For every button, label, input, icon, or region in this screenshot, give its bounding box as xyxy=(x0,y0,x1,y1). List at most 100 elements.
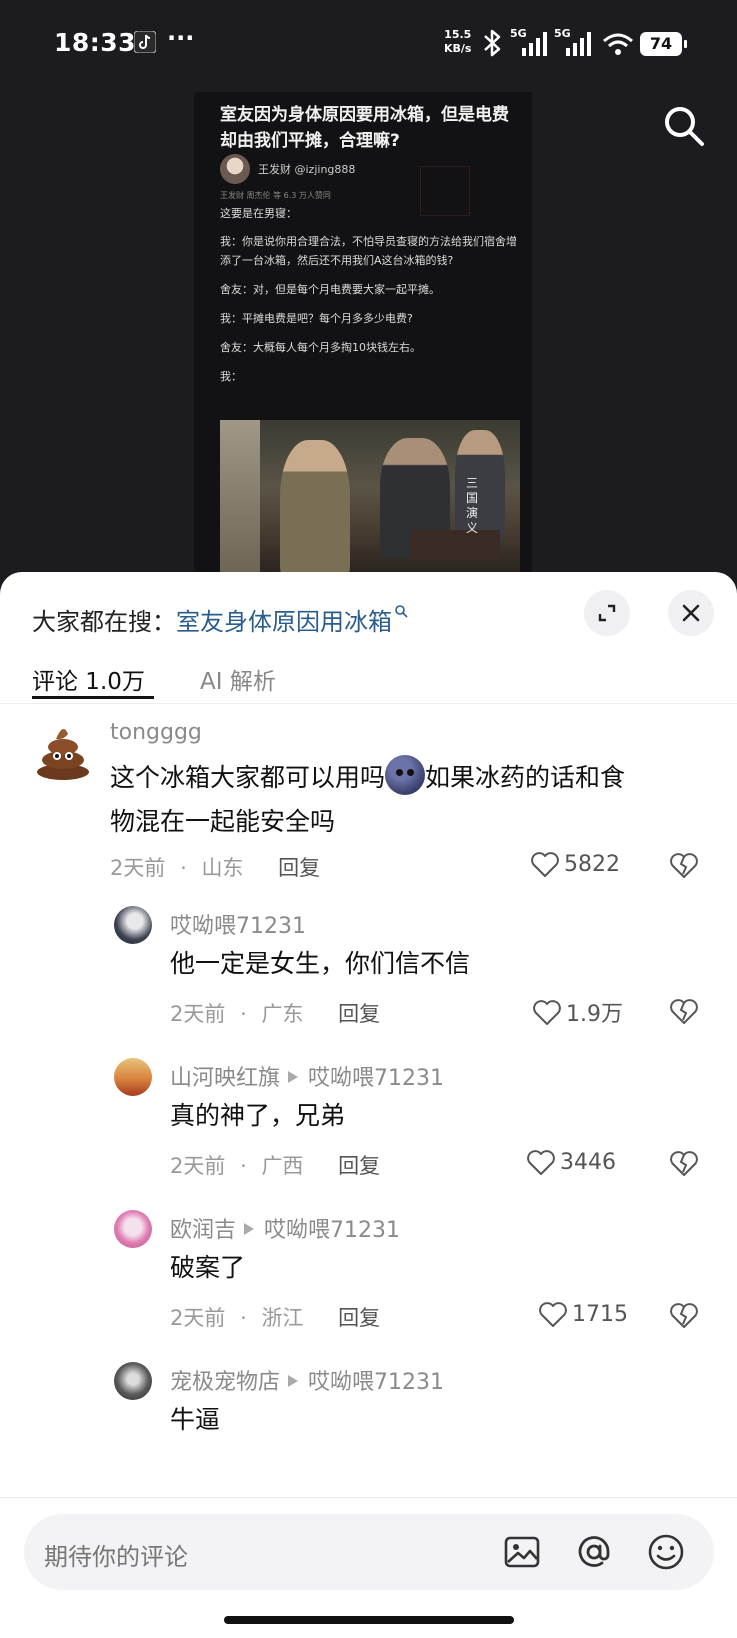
like-count: 1715 xyxy=(572,1301,628,1327)
like-count: 5822 xyxy=(564,851,620,877)
search-icon[interactable] xyxy=(662,104,706,148)
network-speed: 15.5 KB/s xyxy=(444,28,471,56)
status-more: ··· xyxy=(167,24,195,52)
meta-separator: · xyxy=(240,1306,247,1330)
comment-meta: 2天前 · 山东 回复 xyxy=(110,852,320,882)
comment-text: 他一定是女生，你们信不信 xyxy=(170,949,471,978)
comment-username[interactable]: tongggg xyxy=(110,720,202,745)
post-line: 我：你是说你用合理合法，不怕导员查寝的方法给我们宿舍增添了一台冰箱，然后还不用我… xyxy=(220,235,517,267)
comment-text-part: 如果冰药的话和食 xyxy=(425,763,626,792)
trending-search[interactable]: 大家都在搜：室友身体原因用冰箱 xyxy=(32,602,408,637)
comment-text: 这个冰箱大家都可以用吗 如果冰药的话和食物混在一起能安全吗 xyxy=(110,755,690,844)
like-button[interactable]: 3446 xyxy=(526,1148,616,1178)
comment-text-part: 这个冰箱大家都可以用吗 xyxy=(110,763,386,792)
comment-time: 2天前 xyxy=(170,1306,226,1330)
video-caption: 三国演义 xyxy=(466,476,479,535)
reply-arrow-icon xyxy=(288,1375,299,1387)
comment-location: 广西 xyxy=(261,1154,304,1178)
comment-input-bar: 期待你的评论 xyxy=(0,1497,737,1638)
dislike-broken-heart-icon[interactable] xyxy=(669,850,699,880)
reply-target[interactable]: 哎呦喂71231 xyxy=(308,1370,444,1395)
comment-location: 山东 xyxy=(201,856,244,880)
signal-icon-2: 5G xyxy=(554,27,594,58)
trending-search-prefix: 大家都在搜： xyxy=(32,608,176,636)
active-tab-underline xyxy=(32,696,154,699)
close-icon xyxy=(682,604,700,622)
tiktok-notification-icon xyxy=(134,31,156,53)
dislike-broken-heart-icon[interactable] xyxy=(669,996,699,1026)
comment-username[interactable]: 哎呦喂71231 xyxy=(170,908,306,940)
comment-username: 山河映红旗 哎呦喂71231 xyxy=(170,1060,444,1092)
post-line: 这要是在男寝： xyxy=(220,207,297,220)
network-speed-value: 15.5 xyxy=(444,28,472,41)
reply-button[interactable]: 回复 xyxy=(338,1306,380,1330)
expand-icon xyxy=(598,604,616,622)
post-author: 王发财 @izjing888 xyxy=(258,163,356,176)
reply-arrow-icon xyxy=(288,1071,299,1083)
reply-author[interactable]: 宠极宠物店 xyxy=(170,1370,280,1395)
comment-username: 宠极宠物店 哎呦喂71231 xyxy=(170,1364,444,1396)
dislike-broken-heart-icon[interactable] xyxy=(669,1300,699,1330)
comment-text: 破案了 xyxy=(170,1253,246,1282)
tab-comments[interactable]: 评论 1.0万 xyxy=(32,662,145,696)
dislike-broken-heart-icon[interactable] xyxy=(669,1148,699,1178)
bluetooth-icon xyxy=(484,29,501,57)
reply-button[interactable]: 回复 xyxy=(338,1154,380,1178)
home-indicator xyxy=(224,1616,514,1624)
comment-location: 广东 xyxy=(261,1002,304,1026)
heart-icon xyxy=(531,852,559,877)
user-avatar[interactable] xyxy=(114,1362,152,1400)
post-likes-note: 王发财 周杰伦 等 6.3 万人赞同 xyxy=(220,191,331,200)
like-button[interactable]: 5822 xyxy=(530,850,620,880)
comment-input-placeholder: 期待你的评论 xyxy=(44,1543,188,1571)
status-time: 18:33 xyxy=(54,28,137,57)
reply-button[interactable]: 回复 xyxy=(278,856,320,880)
user-avatar[interactable] xyxy=(114,1058,152,1096)
reply-author[interactable]: 欧润吉 xyxy=(170,1218,236,1243)
blue-face-emoji-icon xyxy=(385,755,426,795)
meta-separator: · xyxy=(180,856,187,880)
post-line: 我： xyxy=(220,370,242,383)
comment-input[interactable]: 期待你的评论 xyxy=(24,1514,714,1590)
video-post[interactable]: 室友因为身体原因要用冰箱，但是电费却由我们平摊，合理嘛? 王发财 @izjing… xyxy=(194,92,532,572)
reply-button[interactable]: 回复 xyxy=(338,1002,380,1026)
tab-ai-analysis[interactable]: AI 解析 xyxy=(200,662,276,696)
like-button[interactable]: 1715 xyxy=(538,1300,628,1330)
post-author-avatar xyxy=(220,154,250,184)
comment-meta: 2天前 · 浙江 回复 xyxy=(170,1302,380,1332)
reply-target[interactable]: 哎呦喂71231 xyxy=(308,1066,444,1091)
status-bar: 18:33 ··· 15.5 KB/s 5G 5G 74 xyxy=(0,0,737,92)
image-icon[interactable] xyxy=(502,1532,542,1572)
emoji-icon[interactable] xyxy=(646,1532,686,1572)
video-still-image: 三国演义 xyxy=(220,420,520,572)
comment-time: 2天前 xyxy=(170,1002,226,1026)
comment-text-part: 物混在一起能安全吗 xyxy=(110,807,336,836)
reply-author[interactable]: 山河映红旗 xyxy=(170,1066,280,1091)
close-button[interactable] xyxy=(668,590,714,636)
mention-icon[interactable] xyxy=(574,1532,614,1572)
poop-emoji-avatar[interactable] xyxy=(34,722,92,780)
heart-icon xyxy=(533,1000,561,1025)
post-line: 舍友：对，但是每个月电费要大家一起平摊。 xyxy=(220,283,440,296)
reply-arrow-icon xyxy=(244,1223,255,1235)
reply-target[interactable]: 哎呦喂71231 xyxy=(264,1218,400,1243)
like-button[interactable]: 1.9万 xyxy=(532,996,623,1027)
post-line: 我：平摊电费是吧？每个月多多少电费? xyxy=(220,312,413,325)
meta-separator: · xyxy=(240,1154,247,1178)
wifi-icon xyxy=(603,33,633,55)
user-avatar[interactable] xyxy=(114,1210,152,1248)
battery-indicator: 74 xyxy=(640,32,687,56)
meta-separator: · xyxy=(240,1002,247,1026)
trending-search-query[interactable]: 室友身体原因用冰箱 xyxy=(176,608,392,636)
signal-icon-1: 5G xyxy=(510,27,550,58)
comment-location: 浙江 xyxy=(261,1306,304,1330)
like-count: 3446 xyxy=(560,1149,616,1175)
post-title: 室友因为身体原因要用冰箱，但是电费却由我们平摊，合理嘛? xyxy=(220,105,509,151)
network-speed-unit: KB/s xyxy=(444,42,472,55)
post-line: 舍友：大概每人每个月多掏10块钱左右。 xyxy=(220,341,421,354)
comment-text: 牛逼 xyxy=(170,1405,221,1434)
expand-button[interactable] xyxy=(584,590,630,636)
comment-text: 真的神了，兄弟 xyxy=(170,1101,346,1130)
user-avatar[interactable] xyxy=(114,906,152,944)
comment-time: 2天前 xyxy=(170,1154,226,1178)
